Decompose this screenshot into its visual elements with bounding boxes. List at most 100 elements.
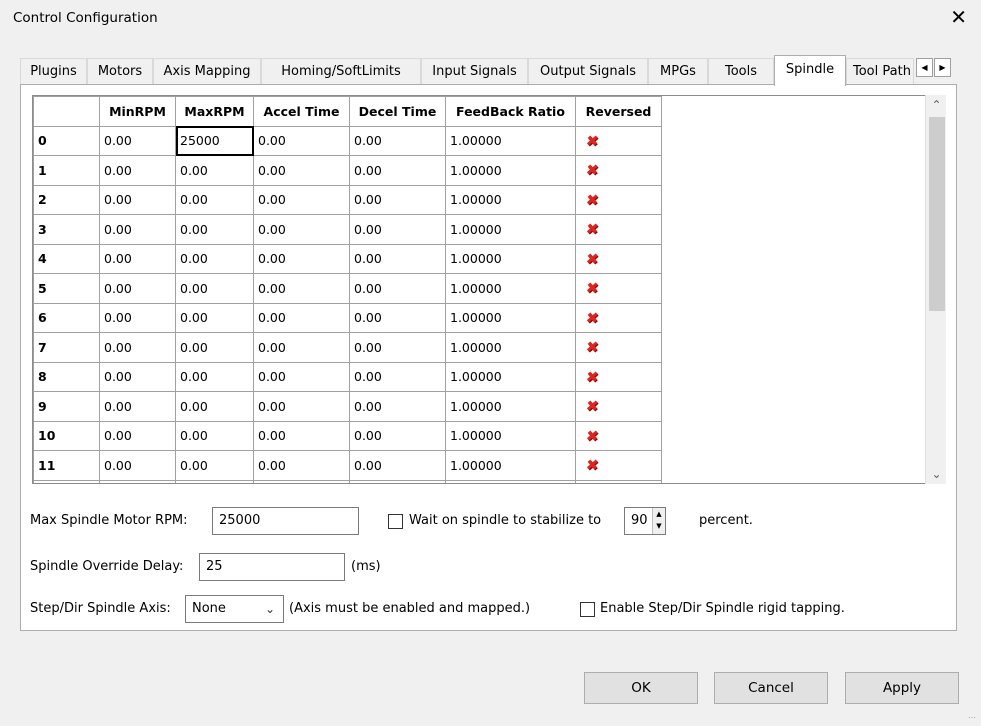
cell-ratio[interactable]: 1.00000 <box>445 332 576 363</box>
cancel-button[interactable]: Cancel <box>714 672 828 704</box>
table-row[interactable]: 7 0.00 0.00 0.00 0.00 1.00000 ✖ <box>33 332 662 363</box>
tab-motors[interactable]: Motors <box>87 58 153 85</box>
spinner-arrows-icon[interactable]: ▲ ▼ <box>652 508 665 534</box>
row-header[interactable]: 1 <box>33 155 100 186</box>
table-row[interactable]: 10 0.00 0.00 0.00 0.00 1.00000 ✖ <box>33 420 662 451</box>
header-maxrpm[interactable]: MaxRPM <box>175 96 254 127</box>
cell-accel[interactable]: 0.00 <box>253 302 350 333</box>
row-header[interactable]: 5 <box>33 273 100 304</box>
cell-accel[interactable]: 0.00 <box>253 214 350 245</box>
cell-accel[interactable]: 0.00 <box>253 273 350 304</box>
cell-max[interactable]: 0.00 <box>175 155 254 186</box>
cell-accel[interactable]: 0.00 <box>253 125 350 156</box>
cell-decel[interactable]: 0.00 <box>349 125 446 156</box>
cell-ratio[interactable]: 1.00000 <box>445 243 576 274</box>
cell-reversed[interactable]: ✖ <box>575 125 662 156</box>
cell-ratio[interactable]: 1.00000 <box>445 214 576 245</box>
cell-decel[interactable]: 0.00 <box>349 361 446 392</box>
cell-decel[interactable]: 0.00 <box>349 332 446 363</box>
wait-percent-spinner[interactable]: 90 ▲ ▼ <box>624 507 666 535</box>
cell-accel[interactable]: 0.00 <box>253 450 350 481</box>
scroll-down-icon[interactable]: ⌄ <box>926 464 947 484</box>
max-rpm-input[interactable]: 25000 <box>212 507 359 535</box>
row-header[interactable]: 9 <box>33 391 100 422</box>
cell-decel[interactable]: 0.00 <box>349 243 446 274</box>
row-header[interactable]: 8 <box>33 361 100 392</box>
table-row[interactable]: 8 0.00 0.00 0.00 0.00 1.00000 ✖ <box>33 361 662 392</box>
tab-tool-path[interactable]: Tool Path <box>846 58 914 85</box>
tab-tools[interactable]: Tools <box>708 58 774 85</box>
table-row[interactable]: 0 0.00 25000 0.00 0.00 1.00000 ✖ <box>33 125 662 156</box>
scroll-up-icon[interactable]: ⌃ <box>926 95 947 115</box>
cell-reversed[interactable]: ✖ <box>575 391 662 422</box>
cell-decel[interactable]: 0.00 <box>349 273 446 304</box>
table-row[interactable]: 5 0.00 0.00 0.00 0.00 1.00000 ✖ <box>33 273 662 304</box>
cell-accel[interactable]: 0.00 <box>253 332 350 363</box>
tab-spindle[interactable]: Spindle <box>774 55 846 86</box>
cell-reversed[interactable]: ✖ <box>575 361 662 392</box>
table-row[interactable]: 1 0.00 0.00 0.00 0.00 1.00000 ✖ <box>33 155 662 186</box>
cell-decel[interactable]: 0.00 <box>349 391 446 422</box>
cell-reversed[interactable]: ✖ <box>575 184 662 215</box>
cell-reversed[interactable]: ✖ <box>575 450 662 481</box>
cell-reversed[interactable]: ✖ <box>575 332 662 363</box>
cell-min[interactable]: 0.00 <box>99 184 176 215</box>
scroll-thumb[interactable] <box>929 117 945 311</box>
cell-min[interactable]: 0.00 <box>99 391 176 422</box>
table-row[interactable]: 6 0.00 0.00 0.00 0.00 1.00000 ✖ <box>33 302 662 333</box>
cell-max[interactable]: 0.00 <box>175 391 254 422</box>
cell-accel[interactable]: 0.00 <box>253 184 350 215</box>
cell-min[interactable]: 0.00 <box>99 420 176 451</box>
resize-grip-icon[interactable]: ⋯ <box>968 713 978 723</box>
grid-vertical-scrollbar[interactable]: ⌃ ⌄ <box>925 95 946 484</box>
tab-homing-softlimits[interactable]: Homing/SoftLimits <box>261 58 421 85</box>
tab-mpgs[interactable]: MPGs <box>648 58 708 85</box>
header-decel-time[interactable]: Decel Time <box>349 96 446 127</box>
cell-max[interactable]: 0.00 <box>175 214 254 245</box>
cell-accel[interactable]: 0.00 <box>253 391 350 422</box>
cell-max[interactable]: 0.00 <box>175 302 254 333</box>
override-delay-input[interactable]: 25 <box>199 553 345 581</box>
cell-min[interactable]: 0.00 <box>99 243 176 274</box>
cell-decel[interactable]: 0.00 <box>349 302 446 333</box>
tab-scroll-left-icon[interactable]: ◀ <box>916 58 933 77</box>
cell-decel[interactable]: 0.00 <box>349 184 446 215</box>
cell-decel[interactable]: 0.00 <box>349 420 446 451</box>
cell-accel[interactable]: 0.00 <box>253 155 350 186</box>
rigid-tapping-checkbox[interactable] <box>580 602 595 617</box>
cell-decel[interactable]: 0.00 <box>349 450 446 481</box>
cell-accel[interactable]: 0.00 <box>253 420 350 451</box>
cell-decel[interactable]: 0.00 <box>349 155 446 186</box>
tab-plugins[interactable]: Plugins <box>20 58 87 85</box>
ok-button[interactable]: OK <box>584 672 698 704</box>
header-minrpm[interactable]: MinRPM <box>99 96 176 127</box>
cell-max[interactable]: 0.00 <box>175 273 254 304</box>
cell-max[interactable]: 0.00 <box>175 243 254 274</box>
table-row[interactable]: 9 0.00 0.00 0.00 0.00 1.00000 ✖ <box>33 391 662 422</box>
row-header[interactable]: 4 <box>33 243 100 274</box>
cell-reversed[interactable]: ✖ <box>575 155 662 186</box>
cell-min[interactable]: 0.00 <box>99 273 176 304</box>
row-header[interactable]: 3 <box>33 214 100 245</box>
cell-reversed[interactable]: ✖ <box>575 420 662 451</box>
wait-stabilize-checkbox[interactable] <box>388 514 403 529</box>
cell-min[interactable]: 0.00 <box>99 361 176 392</box>
cell-ratio[interactable]: 1.00000 <box>445 450 576 481</box>
cell-accel[interactable]: 0.00 <box>253 361 350 392</box>
cell-ratio[interactable]: 1.00000 <box>445 125 576 156</box>
row-header[interactable]: 11 <box>33 450 100 481</box>
tab-scroll-right-icon[interactable]: ▶ <box>934 58 951 77</box>
cell-max[interactable]: 0.00 <box>175 450 254 481</box>
cell-max[interactable]: 0.00 <box>175 184 254 215</box>
table-row[interactable]: 3 0.00 0.00 0.00 0.00 1.00000 ✖ <box>33 214 662 245</box>
close-icon[interactable]: ✕ <box>950 4 967 30</box>
cell-decel[interactable]: 0.00 <box>349 214 446 245</box>
row-header[interactable]: 10 <box>33 420 100 451</box>
cell-ratio[interactable]: 1.00000 <box>445 361 576 392</box>
cell-ratio[interactable]: 1.00000 <box>445 273 576 304</box>
header-accel-time[interactable]: Accel Time <box>253 96 350 127</box>
tab-input-signals[interactable]: Input Signals <box>421 58 528 85</box>
cell-ratio[interactable]: 1.00000 <box>445 391 576 422</box>
cell-reversed[interactable]: ✖ <box>575 302 662 333</box>
cell-max[interactable]: 25000 <box>175 125 254 156</box>
